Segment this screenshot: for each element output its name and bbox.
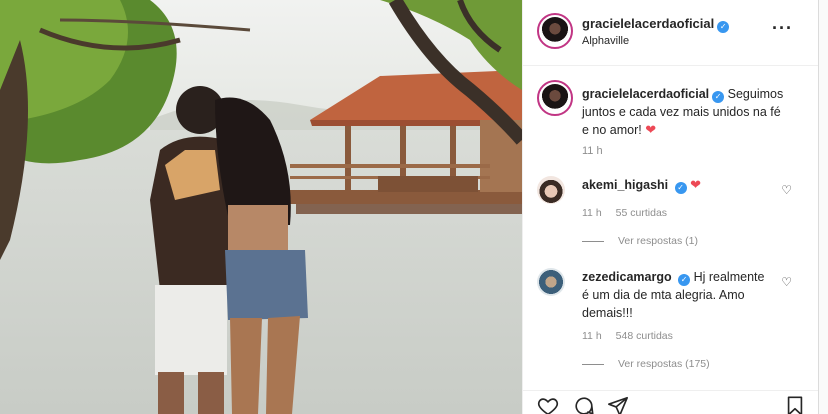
caption-username[interactable]: gracielelacerdaoficial — [582, 87, 709, 101]
comment-body: akemi_higashi ✓ ❤ — [582, 176, 772, 194]
verified-badge-icon: ✓ — [678, 274, 691, 286]
comment-username[interactable]: zezedicamargo — [582, 270, 672, 284]
comment-likes[interactable]: 55 curtidas — [616, 207, 667, 219]
comment-time[interactable]: 11 h — [582, 330, 602, 342]
replies-divider — [582, 363, 604, 365]
comment-time[interactable]: 11 h — [582, 207, 602, 219]
author-username[interactable]: gracielelacerdaoficial ✓ — [582, 16, 730, 33]
caption-author-avatar-image — [541, 84, 569, 112]
verified-badge-icon: ✓ — [717, 21, 730, 33]
verified-badge-icon: ✓ — [674, 182, 687, 194]
author-username-text: gracielelacerdaoficial — [582, 16, 715, 31]
author-avatar[interactable] — [537, 13, 573, 49]
comment-like-heart-icon[interactable]: ♡ — [781, 275, 792, 289]
post-location[interactable]: Alphaville — [582, 35, 629, 47]
bookmark-icon[interactable] — [784, 395, 806, 414]
comment-username[interactable]: akemi_higashi — [582, 178, 668, 192]
post-photo[interactable] — [0, 0, 522, 414]
view-replies-label: Ver respostas (1) — [618, 235, 698, 247]
red-heart-emoji-icon: ❤ — [690, 177, 702, 192]
view-replies-link[interactable]: Ver respostas (175) — [582, 358, 710, 370]
paper-plane-icon[interactable] — [607, 395, 629, 414]
red-heart-emoji-icon: ❤ — [645, 122, 657, 137]
more-options-icon[interactable]: ··· — [772, 18, 793, 39]
comment-meta: 11 h 548 curtidas — [582, 330, 687, 342]
comment-likes[interactable]: 548 curtidas — [616, 330, 673, 342]
couple-lake-photo — [0, 0, 522, 414]
post-header: gracielelacerdaoficial ✓ Alphaville ··· — [523, 0, 819, 66]
comment-body: zezedicamargo ✓ Hj realmente é um dia de… — [582, 268, 772, 322]
comment-like-heart-icon[interactable]: ♡ — [781, 183, 792, 197]
heart-outline-icon[interactable] — [537, 395, 559, 414]
post-caption: gracielelacerdaoficial ✓ Seguimos juntos … — [582, 85, 787, 139]
replies-divider — [582, 240, 604, 242]
comment-meta: 11 h 55 curtidas — [582, 207, 681, 219]
view-replies-link[interactable]: Ver respostas (1) — [582, 235, 698, 247]
author-avatar-image — [541, 17, 569, 45]
caption-author-avatar[interactable] — [537, 80, 573, 116]
post-action-bar — [523, 390, 819, 414]
verified-badge-icon: ✓ — [712, 91, 725, 103]
post-side-panel: gracielelacerdaoficial ✓ Alphaville ··· g… — [522, 0, 828, 414]
commenter-avatar[interactable] — [537, 268, 565, 296]
commenter-avatar[interactable] — [537, 176, 565, 204]
view-replies-label: Ver respostas (175) — [618, 358, 710, 370]
comment-icon[interactable] — [573, 395, 595, 414]
caption-timestamp[interactable]: 11 h — [582, 145, 603, 157]
page-edge — [818, 0, 828, 414]
instagram-post: gracielelacerdaoficial ✓ Alphaville ··· g… — [0, 0, 828, 414]
